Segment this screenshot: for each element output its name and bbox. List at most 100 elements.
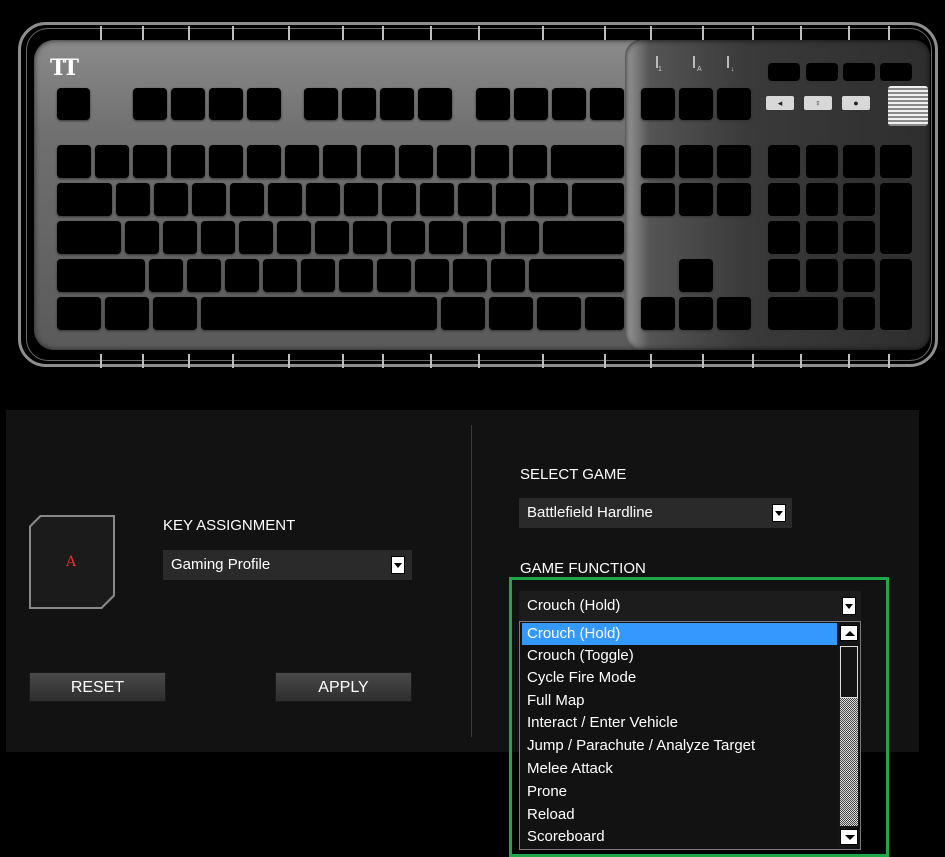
keyboard-key[interactable] xyxy=(133,145,167,178)
keyboard-key[interactable] xyxy=(843,221,875,254)
keyboard-key[interactable] xyxy=(880,63,912,81)
keyboard-key[interactable] xyxy=(239,221,273,254)
keyboard-key[interactable] xyxy=(679,297,713,330)
keyboard-key[interactable] xyxy=(315,221,349,254)
keyboard-key[interactable] xyxy=(342,88,376,120)
keyboard-key[interactable] xyxy=(475,145,509,178)
keyboard-key[interactable] xyxy=(153,297,197,330)
keyboard-key[interactable] xyxy=(534,183,568,216)
keyboard-key[interactable] xyxy=(679,145,713,178)
reset-button[interactable]: RESET xyxy=(29,672,166,702)
media-button-2[interactable]: ♀ xyxy=(804,96,832,110)
keyboard-key[interactable] xyxy=(641,183,675,216)
keyboard-key[interactable] xyxy=(418,88,452,120)
scroll-down-arrow-icon[interactable] xyxy=(840,829,858,845)
game-function-select[interactable]: Crouch (Hold) xyxy=(519,591,861,621)
keyboard-key[interactable] xyxy=(843,297,875,330)
keyboard-key[interactable] xyxy=(57,221,121,254)
keyboard-key[interactable] xyxy=(306,183,340,216)
option-melee-attack[interactable]: Melee Attack xyxy=(522,758,837,780)
keyboard-key[interactable] xyxy=(277,221,311,254)
keyboard-key[interactable] xyxy=(149,259,183,292)
keyboard-key[interactable] xyxy=(133,88,167,120)
keyboard-key[interactable] xyxy=(768,221,800,254)
apply-button[interactable]: APPLY xyxy=(275,672,412,702)
keyboard-key[interactable] xyxy=(641,88,675,120)
keyboard-key[interactable] xyxy=(806,183,838,216)
keyboard-key[interactable] xyxy=(225,259,259,292)
keyboard-key[interactable] xyxy=(263,259,297,292)
keyboard-key[interactable] xyxy=(717,88,751,120)
keyboard-key[interactable] xyxy=(154,183,188,216)
keyboard-key[interactable] xyxy=(467,221,501,254)
keyboard-key[interactable] xyxy=(717,297,751,330)
option-prone[interactable]: Prone xyxy=(522,781,837,803)
option-reload[interactable]: Reload xyxy=(522,804,837,826)
keyboard-key[interactable] xyxy=(768,297,838,330)
keyboard-key[interactable] xyxy=(163,221,197,254)
option-cycle-fire-mode[interactable]: Cycle Fire Mode xyxy=(522,667,837,689)
key-assignment-select[interactable]: Gaming Profile xyxy=(163,550,412,580)
keyboard-key[interactable] xyxy=(304,88,338,120)
keyboard-key[interactable] xyxy=(382,183,416,216)
volume-wheel[interactable] xyxy=(888,86,928,126)
keyboard-key[interactable] xyxy=(768,63,800,81)
keyboard-key[interactable] xyxy=(441,297,485,330)
keyboard-key[interactable] xyxy=(843,259,875,292)
keyboard-key[interactable] xyxy=(171,88,205,120)
keyboard-key[interactable] xyxy=(641,145,675,178)
keyboard-key[interactable] xyxy=(201,221,235,254)
keyboard-key[interactable] xyxy=(679,183,713,216)
keyboard-key[interactable] xyxy=(57,88,90,120)
keyboard-key[interactable] xyxy=(209,88,243,120)
keyboard-key[interactable] xyxy=(339,259,373,292)
keyboard-key[interactable] xyxy=(806,221,838,254)
keyboard-key[interactable] xyxy=(285,145,319,178)
keyboard-key[interactable] xyxy=(529,259,624,292)
keyboard-key[interactable] xyxy=(880,145,912,178)
keyboard-key[interactable] xyxy=(880,183,912,254)
keyboard-key[interactable] xyxy=(247,88,281,120)
keyboard-key[interactable] xyxy=(514,88,548,120)
game-function-dropdown-arrow[interactable] xyxy=(842,597,856,615)
keyboard-key[interactable] xyxy=(344,183,378,216)
keyboard-key[interactable] xyxy=(768,259,800,292)
keyboard-key[interactable] xyxy=(679,259,713,292)
keyboard-key[interactable] xyxy=(95,145,129,178)
keyboard-key[interactable] xyxy=(552,88,586,120)
keyboard-key[interactable] xyxy=(543,221,624,254)
keyboard-key[interactable] xyxy=(171,145,205,178)
keyboard-key[interactable] xyxy=(717,183,751,216)
keyboard-key[interactable] xyxy=(377,259,411,292)
keyboard-key[interactable] xyxy=(496,183,530,216)
select-game-select[interactable]: Battlefield Hardline xyxy=(519,498,792,528)
option-interact-enter-vehicle[interactable]: Interact / Enter Vehicle xyxy=(522,712,837,734)
keyboard-key[interactable] xyxy=(116,183,150,216)
keyboard-key[interactable] xyxy=(551,145,624,178)
scrollbar-thumb[interactable] xyxy=(840,646,858,698)
keyboard-key[interactable] xyxy=(537,297,581,330)
keyboard-key[interactable] xyxy=(513,145,547,178)
keyboard-key[interactable] xyxy=(57,183,112,216)
keyboard-key[interactable] xyxy=(585,297,624,330)
keyboard-key[interactable] xyxy=(105,297,149,330)
keyboard-key[interactable] xyxy=(843,63,875,81)
keyboard-key[interactable] xyxy=(489,297,533,330)
keyboard-key[interactable] xyxy=(806,259,838,292)
keyboard-key[interactable] xyxy=(192,183,226,216)
keyboard-key[interactable] xyxy=(230,183,264,216)
keyboard-key[interactable] xyxy=(353,221,387,254)
keyboard-key[interactable] xyxy=(880,259,912,330)
keyboard-key[interactable] xyxy=(420,183,454,216)
keyboard-key[interactable] xyxy=(437,145,471,178)
keyboard-key[interactable] xyxy=(301,259,335,292)
keyboard-key[interactable] xyxy=(125,221,159,254)
scroll-up-arrow-icon[interactable] xyxy=(840,625,858,641)
option-jump-parachute[interactable]: Jump / Parachute / Analyze Target xyxy=(522,735,837,757)
keyboard-key[interactable] xyxy=(391,221,425,254)
keyboard-key[interactable] xyxy=(57,259,145,292)
media-button-1[interactable]: ◂ xyxy=(766,96,794,110)
keyboard-key[interactable] xyxy=(247,145,281,178)
keyboard-key[interactable] xyxy=(806,145,838,178)
keyboard-key[interactable] xyxy=(843,145,875,178)
